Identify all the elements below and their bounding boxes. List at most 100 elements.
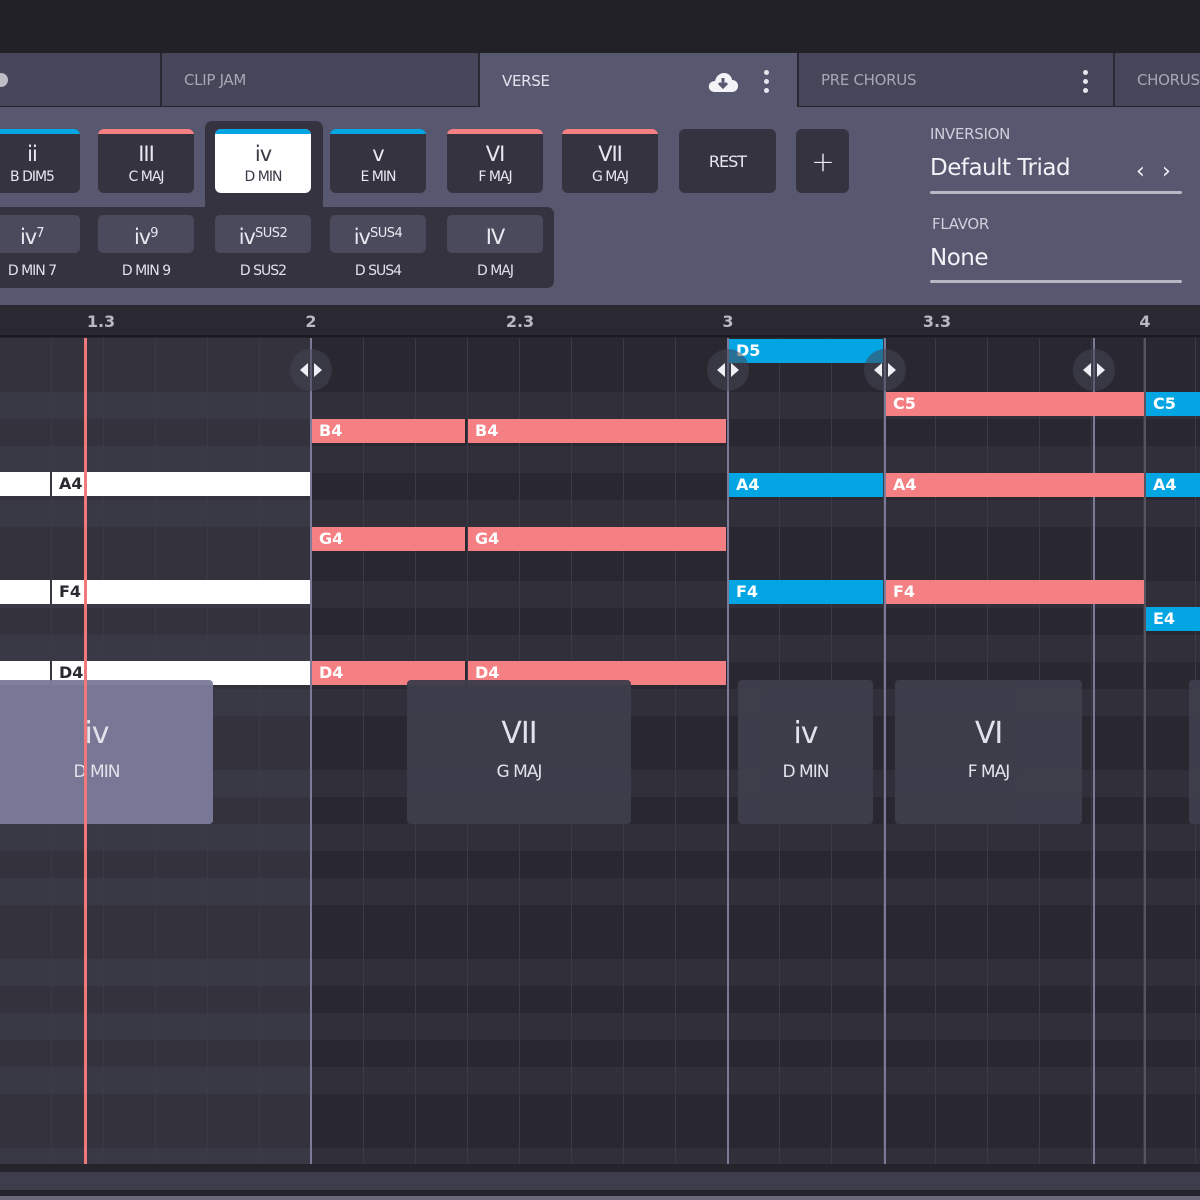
cloud-download-icon[interactable] — [707, 71, 739, 93]
chevron-right-icon[interactable]: › — [1162, 159, 1171, 184]
chord-numeral: VII — [598, 142, 623, 166]
note[interactable]: B4 — [312, 419, 465, 443]
variation-pad[interactable]: iv9 — [98, 215, 194, 253]
grid-line — [675, 338, 676, 1164]
note[interactable]: C5 — [886, 392, 1144, 416]
note[interactable]: F4 — [886, 580, 1144, 604]
chord-track-editor: CLIP JAM VERSE PRE CHORUS CHORUS ii B DI… — [0, 0, 1200, 1200]
arrow-right-icon — [888, 363, 896, 377]
tab-label: CHORUS — [1137, 70, 1200, 89]
note[interactable]: A4 — [886, 473, 1144, 497]
note[interactable]: A4 — [52, 472, 310, 496]
variation-base: iv — [353, 225, 371, 249]
chord-name: F MAJ — [478, 169, 512, 185]
piano-roll-grid[interactable]: A4 F4 D4 B4 B4 G4 G4 D4 D4 D5 A4 F4 C5 A… — [0, 338, 1200, 1164]
flavor-label: FLAVOR — [932, 215, 990, 233]
chord-boundary-handle[interactable] — [707, 349, 749, 391]
note[interactable]: F4 — [729, 580, 883, 604]
arrow-right-icon — [314, 363, 322, 377]
ruler-tick-label: 2 — [305, 312, 317, 331]
grid-line — [1091, 338, 1092, 1164]
chord-boundary-handle[interactable] — [290, 349, 332, 391]
kebab-menu-icon[interactable] — [1082, 70, 1088, 93]
chord-name: B DIM5 — [10, 169, 55, 185]
variation-pad[interactable]: IV — [447, 215, 543, 253]
inversion-value[interactable]: Default Triad — [930, 155, 1071, 181]
chord-block-numeral: VII — [501, 716, 537, 751]
tab-scene-previous[interactable] — [0, 53, 162, 106]
tab-chorus[interactable]: CHORUS — [1115, 53, 1200, 106]
tab-clip-jam[interactable]: CLIP JAM — [162, 53, 480, 106]
note[interactable]: G4 — [312, 527, 465, 551]
kebab-menu-icon[interactable] — [763, 70, 769, 93]
note[interactable] — [0, 472, 50, 496]
note[interactable]: F4 — [52, 580, 310, 604]
chord-block-numeral: iv — [84, 716, 109, 751]
note[interactable] — [0, 580, 50, 604]
note[interactable]: A4 — [729, 473, 883, 497]
chord-panel: ii B DIM5 III C MAJ iv D MIN v E MIN VI … — [0, 107, 1200, 305]
chord-accent-bar — [562, 129, 658, 134]
note[interactable]: G4 — [468, 527, 726, 551]
note[interactable]: C5 — [1146, 392, 1200, 416]
note[interactable]: E4 — [1146, 607, 1200, 631]
chord-block[interactable] — [1189, 680, 1200, 824]
playhead[interactable] — [84, 338, 87, 1164]
add-chord-button[interactable]: + — [796, 129, 849, 193]
timeline-ruler[interactable]: 1.3 2 2.3 3 3.3 4 — [0, 305, 1200, 337]
chord-block[interactable]: iv D MIN — [738, 680, 873, 824]
ruler-tick-label: 4 — [1139, 312, 1151, 331]
chord-pad-ii[interactable]: ii B DIM5 — [0, 129, 80, 193]
chord-accent-bar — [215, 129, 311, 134]
chord-boundary-handle[interactable] — [1073, 349, 1115, 391]
chord-boundary-handle[interactable] — [864, 349, 906, 391]
chord-numeral: ii — [27, 142, 38, 166]
note[interactable]: B4 — [468, 419, 726, 443]
chord-numeral: v — [372, 142, 384, 166]
chord-name: C MAJ — [128, 169, 164, 185]
chord-pad-v[interactable]: v E MIN — [330, 129, 426, 193]
chevron-left-icon[interactable]: ‹ — [1136, 159, 1145, 184]
chord-numeral: VI — [485, 142, 506, 166]
variation-name: D SUS4 — [354, 263, 402, 279]
chord-boundary-line — [727, 338, 729, 1164]
flavor-value[interactable]: None — [930, 245, 989, 271]
variation-extension: 7 — [36, 226, 45, 241]
bar-line — [1144, 338, 1146, 1164]
rest-button[interactable]: REST — [679, 129, 776, 193]
variation-pad[interactable]: iv7 — [0, 215, 80, 253]
chord-pad-III[interactable]: III C MAJ — [98, 129, 194, 193]
chord-block[interactable]: iv D MIN — [0, 680, 213, 824]
chord-block-numeral: iv — [793, 716, 818, 751]
variation-name: D SUS2 — [239, 263, 287, 279]
chord-accent-bar — [98, 129, 194, 134]
tab-pre-chorus[interactable]: PRE CHORUS — [797, 53, 1115, 106]
chord-block[interactable]: VI F MAJ — [895, 680, 1082, 824]
tab-label: PRE CHORUS — [821, 70, 917, 89]
arrow-left-icon — [717, 363, 725, 377]
chord-numeral: iv — [254, 142, 272, 166]
chord-block-name: F MAJ — [967, 762, 1011, 782]
horizontal-scrollbar[interactable] — [0, 1172, 1200, 1190]
variation-name: D MIN 9 — [121, 263, 171, 279]
variation-extension: SUS2 — [254, 226, 288, 241]
note[interactable]: D5 — [729, 339, 883, 363]
tab-verse[interactable]: VERSE — [480, 53, 797, 109]
ruler-tick-label: 3 — [722, 312, 734, 331]
note[interactable]: A4 — [1146, 473, 1200, 497]
grid-line — [363, 338, 364, 1164]
variation-extension: SUS4 — [369, 226, 403, 241]
arrow-right-icon — [1097, 363, 1105, 377]
variation-name: D MAJ — [476, 263, 514, 279]
variation-pad[interactable]: ivSUS4 — [330, 215, 426, 253]
chord-pad-VII[interactable]: VII G MAJ — [562, 129, 658, 193]
variation-extension: 9 — [150, 226, 159, 241]
chord-pad-VI[interactable]: VI F MAJ — [447, 129, 543, 193]
chord-numeral: III — [138, 142, 155, 166]
chord-block[interactable]: VII G MAJ — [407, 680, 631, 824]
variation-pad[interactable]: ivSUS2 — [215, 215, 311, 253]
ruler-tick-label: 1.3 — [86, 312, 116, 331]
grid-line — [259, 338, 260, 1164]
inversion-underline — [930, 191, 1182, 194]
chord-pad-iv[interactable]: iv D MIN — [215, 129, 311, 193]
